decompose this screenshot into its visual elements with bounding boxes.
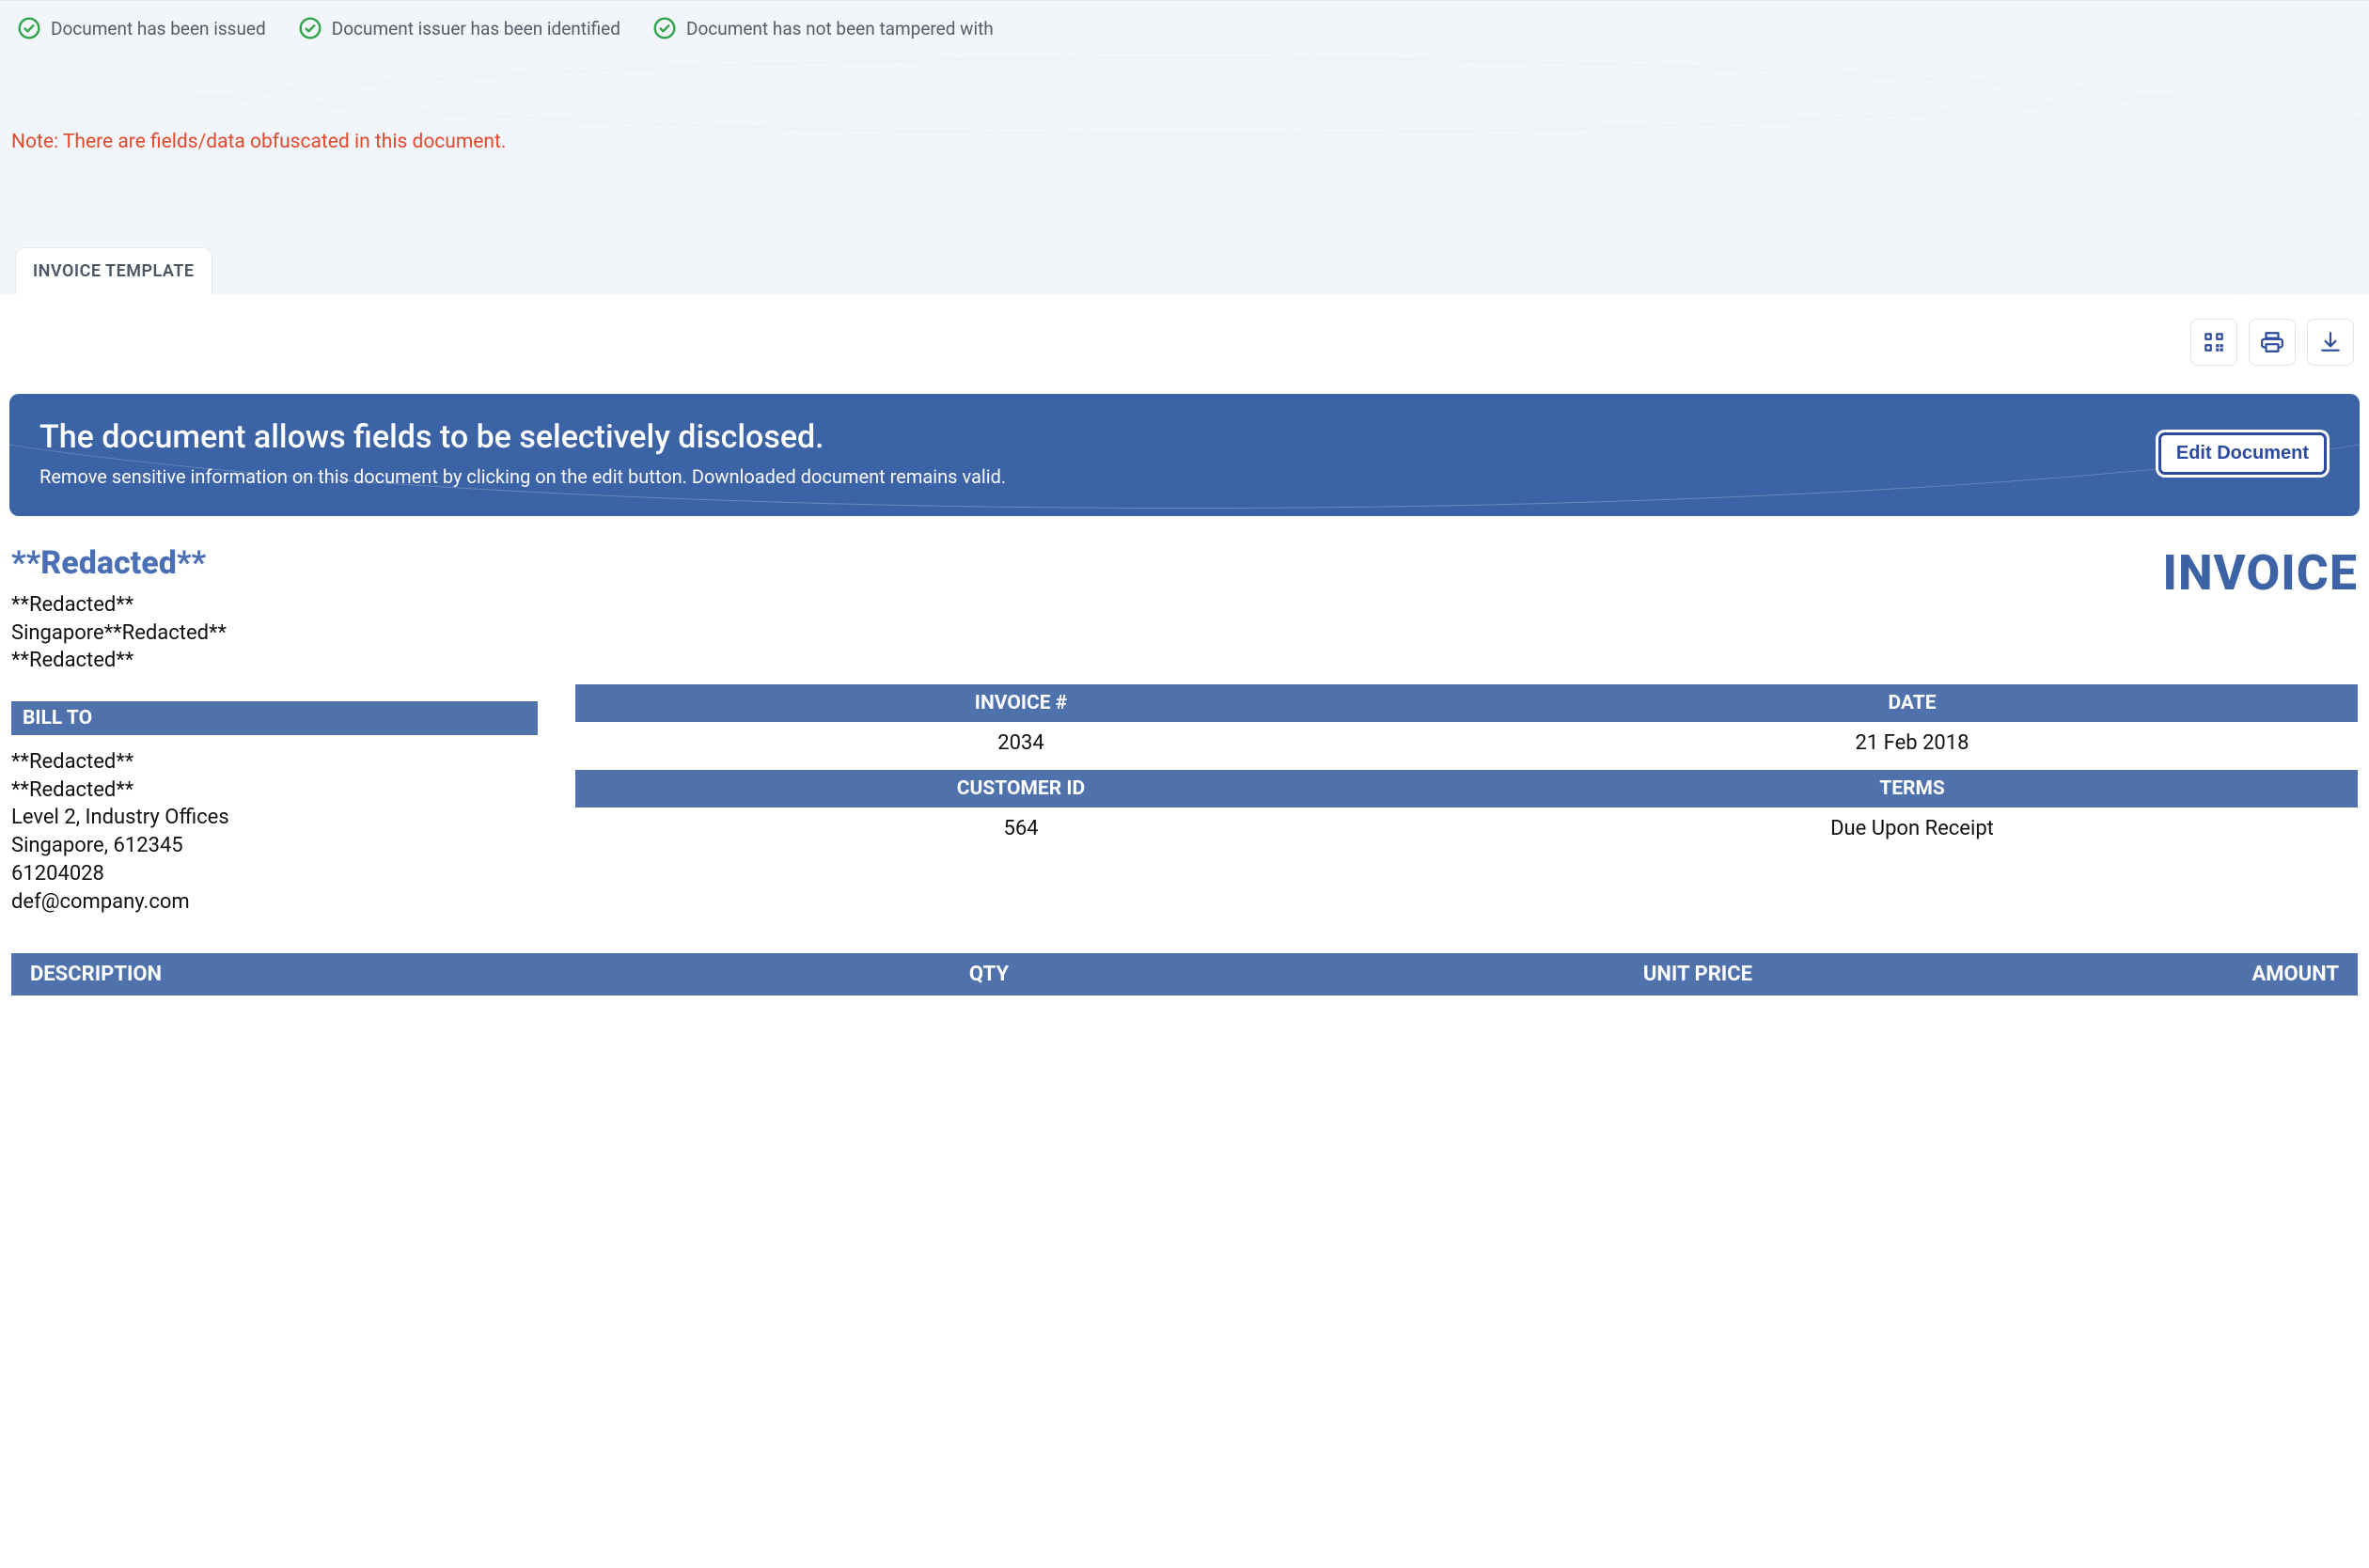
billto-line6: def@company.com — [11, 888, 538, 917]
checkmark-circle-icon — [17, 16, 41, 40]
invoice-body: **Redacted** **Redacted** Singapore**Red… — [9, 516, 2360, 996]
invoice-heading: INVOICE — [2162, 544, 2358, 602]
meta-customer-id: 564 — [575, 808, 1467, 855]
sender-block: **Redacted** **Redacted** Singapore**Red… — [11, 544, 227, 675]
printer-icon — [2260, 330, 2284, 354]
checkmark-circle-icon — [652, 16, 677, 40]
col-amount: AMOUNT — [1771, 953, 2358, 996]
col-qty: QTY — [793, 953, 1184, 996]
meta-h-date: DATE — [1467, 684, 2358, 722]
meta-terms: Due Upon Receipt — [1467, 808, 2358, 855]
banner-title: The document allows fields to be selecti… — [39, 418, 2137, 456]
download-button[interactable] — [2307, 319, 2354, 366]
disclosure-banner: The document allows fields to be selecti… — [9, 394, 2360, 516]
qr-code-icon — [2202, 330, 2226, 354]
checkmark-circle-icon — [298, 16, 322, 40]
verify-issued: Document has been issued — [17, 16, 266, 40]
meta-h-invoice: INVOICE # — [575, 684, 1467, 722]
bill-to-header: BILL TO — [11, 701, 538, 735]
document-area: The document allows fields to be selecti… — [0, 294, 2369, 996]
verify-tamper: Document has not been tampered with — [652, 16, 994, 40]
col-unit-price: UNIT PRICE — [1184, 953, 1771, 996]
qr-button[interactable] — [2190, 319, 2237, 366]
sender-line2: Singapore**Redacted** — [11, 619, 227, 648]
sender-line3: **Redacted** — [11, 647, 227, 675]
tab-strip: INVOICE TEMPLATE — [0, 247, 2369, 294]
verify-issuer: Document issuer has been identified — [298, 16, 620, 40]
obfuscation-note: Note: There are fields/data obfuscated i… — [0, 57, 2369, 247]
invoice-meta: INVOICE # DATE 2034 21 Feb 2018 CUSTOMER… — [575, 684, 2358, 855]
billto-line3: Level 2, Industry Offices — [11, 804, 538, 832]
verify-issued-label: Document has been issued — [51, 18, 266, 39]
billto-line4: Singapore, 612345 — [11, 832, 538, 860]
verify-issuer-label: Document issuer has been identified — [332, 18, 620, 39]
meta-h-customer: CUSTOMER ID — [575, 770, 1467, 808]
verify-tamper-label: Document has not been tampered with — [686, 18, 994, 39]
meta-h-terms: TERMS — [1467, 770, 2358, 808]
billto-line2: **Redacted** — [11, 776, 538, 805]
billto-line1: **Redacted** — [11, 748, 538, 776]
items-header: DESCRIPTION QTY UNIT PRICE AMOUNT — [11, 953, 2358, 996]
tab-invoice-template[interactable]: INVOICE TEMPLATE — [15, 247, 212, 294]
print-button[interactable] — [2249, 319, 2296, 366]
meta-date: 21 Feb 2018 — [1467, 722, 2358, 770]
action-row — [9, 319, 2360, 394]
sender-line1: **Redacted** — [11, 591, 227, 619]
edit-document-button[interactable]: Edit Document — [2156, 430, 2330, 478]
banner-subtitle: Remove sensitive information on this doc… — [39, 465, 2137, 488]
col-description: DESCRIPTION — [11, 953, 793, 996]
meta-invoice-no: 2034 — [575, 722, 1467, 770]
verification-row: Document has been issued Document issuer… — [0, 1, 2369, 57]
verification-panel: Document has been issued Document issuer… — [0, 0, 2369, 294]
billto-line5: 61204028 — [11, 860, 538, 888]
download-icon — [2318, 330, 2343, 354]
sender-name: **Redacted** — [11, 544, 227, 582]
bill-to-block: **Redacted** **Redacted** Level 2, Indus… — [11, 748, 538, 916]
